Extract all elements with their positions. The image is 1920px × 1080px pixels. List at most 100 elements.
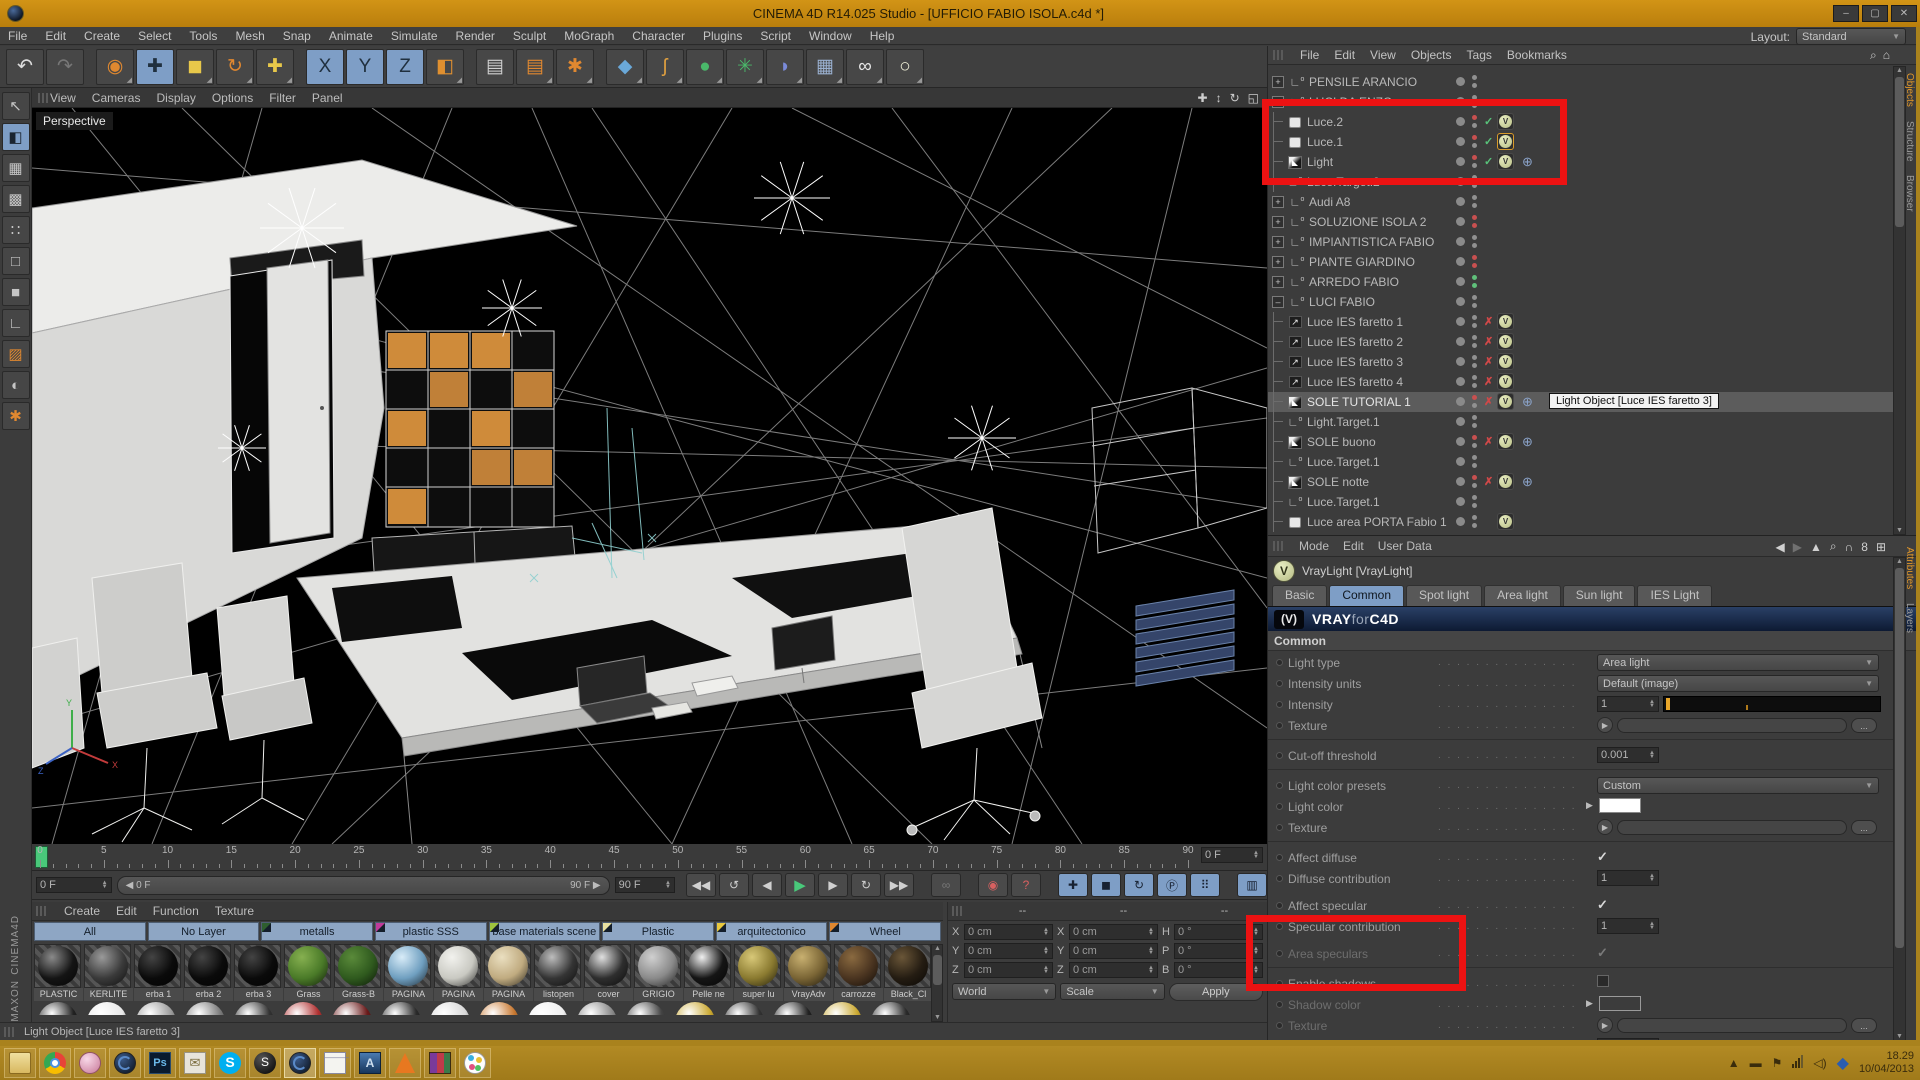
material-item[interactable]: listopen [534, 944, 583, 1001]
vray-tag-icon[interactable]: V [1497, 433, 1514, 450]
color-swatch[interactable] [1599, 996, 1641, 1011]
visibility-dots[interactable] [1472, 375, 1477, 388]
parameter-slider[interactable] [1663, 696, 1881, 712]
current-frame-field[interactable]: 0 F▲▼ [36, 877, 112, 893]
paint-icon[interactable] [74, 1048, 106, 1078]
render-settings-icon[interactable]: ✱◢ [556, 49, 594, 85]
viewport-menu-panel[interactable]: Panel [312, 91, 343, 105]
layer-dot[interactable] [1456, 317, 1465, 326]
material-tab-wheel[interactable]: Wheel [829, 922, 941, 941]
parameter-dot[interactable] [1276, 680, 1283, 687]
field-icon[interactable]: ◗◢ [766, 49, 804, 85]
visibility-dots[interactable] [1472, 195, 1477, 208]
vray-tag-icon[interactable]: V [1497, 393, 1514, 410]
render-picture-icon[interactable]: ▤◢ [516, 49, 554, 85]
minimize-button[interactable]: – [1833, 5, 1859, 22]
layer-dot[interactable] [1456, 217, 1465, 226]
material-tab-plastic-sss[interactable]: plastic SSS [375, 922, 487, 941]
texture-field[interactable] [1617, 1018, 1847, 1033]
material-menu-function[interactable]: Function [153, 904, 199, 918]
layer-dot[interactable] [1456, 417, 1465, 426]
attr-tab-sun-light[interactable]: Sun light [1563, 585, 1636, 606]
panel-grip[interactable] [4, 1027, 16, 1037]
material-item[interactable]: PAGINA [434, 944, 483, 1001]
texture-browse-button[interactable]: ... [1851, 1018, 1877, 1033]
visibility-dots[interactable] [1472, 335, 1477, 348]
om-menu-bookmarks[interactable]: Bookmarks [1507, 48, 1567, 62]
visibility-dots[interactable] [1472, 255, 1477, 268]
layer-dot[interactable] [1456, 397, 1465, 406]
object-row[interactable]: +∟oPIANTE GIARDINO [1268, 252, 1893, 272]
expand-arrow-icon[interactable]: ▶ [1586, 998, 1593, 1009]
object-row[interactable]: ↗Luce IES faretto 4✗V [1268, 372, 1893, 392]
material-item[interactable]: KERLITE [84, 944, 133, 1001]
material-item[interactable]: Grass-B [334, 944, 383, 1001]
visibility-dots[interactable] [1472, 495, 1477, 508]
parameter-dot[interactable] [1276, 1001, 1283, 1008]
target-tag-icon[interactable]: ⊕ [1519, 473, 1536, 490]
subdivision-icon[interactable]: ●◢ [686, 49, 724, 85]
visibility-dots[interactable] [1472, 275, 1477, 288]
texture-mode-icon[interactable]: ▦ [2, 154, 30, 182]
coordinate-field[interactable]: 0 cm▲▼ [1069, 943, 1158, 959]
viewport-menu-display[interactable]: Display [156, 91, 195, 105]
object-row[interactable]: ∟oLight.Target.1 [1268, 412, 1893, 432]
checkbox-checked[interactable]: ✓ [1597, 945, 1608, 961]
texture-browse-button[interactable]: ... [1851, 718, 1877, 733]
material-item[interactable]: Grass [284, 944, 333, 1001]
scale-dropdown[interactable]: Scale▼ [1060, 983, 1164, 1000]
key-parameter-icon[interactable]: Ⓟ [1157, 873, 1187, 897]
menu-window[interactable]: Window [809, 29, 852, 43]
layer-dot[interactable] [1456, 337, 1465, 346]
attr-menu-edit[interactable]: Edit [1343, 539, 1364, 553]
layer-dot[interactable] [1456, 357, 1465, 366]
expand-toggle[interactable]: + [1272, 256, 1284, 268]
material-preview-partial[interactable] [332, 1002, 372, 1015]
target-tag-icon[interactable]: ⊕ [1519, 433, 1536, 450]
object-row[interactable]: ∟oLuce.Target.1 [1268, 452, 1893, 472]
key-pla-icon[interactable]: ⠿ [1190, 873, 1220, 897]
material-preview-partial[interactable] [234, 1002, 274, 1015]
material-preview-partial[interactable] [773, 1002, 813, 1015]
sphere-app-icon[interactable]: S [249, 1048, 281, 1078]
panel-grip[interactable] [952, 906, 964, 916]
skype-icon[interactable]: S [214, 1048, 246, 1078]
disabled-x-icon[interactable]: ✗ [1484, 435, 1493, 448]
parameter-dot[interactable] [1276, 782, 1283, 789]
material-preview-partial[interactable] [871, 1002, 911, 1015]
material-scrollbar[interactable]: ▲▼ [931, 944, 943, 1022]
parameter-dot[interactable] [1276, 824, 1283, 831]
edges-mode-icon[interactable]: □ [2, 247, 30, 275]
attr-menu-mode[interactable]: Mode [1299, 539, 1329, 553]
expand-toggle[interactable]: + [1272, 76, 1284, 88]
layer-dot[interactable] [1456, 457, 1465, 466]
panel-grip[interactable] [1273, 541, 1285, 551]
expand-toggle[interactable]: + [1272, 196, 1284, 208]
disabled-x-icon[interactable]: ✗ [1484, 395, 1493, 408]
goto-end-icon[interactable]: ▶▶ [884, 873, 914, 897]
loop-icon[interactable]: ↻ [851, 873, 881, 897]
coordinate-field[interactable]: 0 cm▲▼ [964, 943, 1053, 959]
disabled-x-icon[interactable]: ✗ [1484, 475, 1493, 488]
timeline-scrubber[interactable]: ◀ 0 F90 F ▶ [117, 876, 610, 895]
panel-grip[interactable] [38, 93, 50, 103]
visibility-dots[interactable] [1472, 215, 1477, 228]
menu-mograph[interactable]: MoGraph [564, 29, 614, 43]
move-tool-icon[interactable]: ✚ [136, 49, 174, 85]
expand-toggle[interactable]: + [1272, 276, 1284, 288]
material-item[interactable]: PAGINA [484, 944, 533, 1001]
autokey-icon[interactable]: ? [1011, 873, 1041, 897]
rotate-tool-icon[interactable]: ↻◢ [216, 49, 254, 85]
autocad-icon[interactable]: A [354, 1048, 386, 1078]
parameter-spinner[interactable]: 1▲▼ [1597, 918, 1659, 934]
material-tab-plastic[interactable]: Plastic [602, 922, 714, 941]
search-icon[interactable]: ⌕ [1870, 48, 1877, 63]
expand-arrow-icon[interactable]: ▶ [1586, 800, 1593, 811]
visibility-dots[interactable] [1472, 515, 1477, 528]
dolly-icon[interactable]: ↕ [1216, 91, 1222, 105]
color-swatch[interactable] [1599, 798, 1641, 813]
key-rotation-icon[interactable]: ↻ [1124, 873, 1154, 897]
object-row[interactable]: ◣SOLE notte✗V⊕ [1268, 472, 1893, 492]
x-axis-lock-icon[interactable]: X [306, 49, 344, 85]
y-axis-lock-icon[interactable]: Y [346, 49, 384, 85]
